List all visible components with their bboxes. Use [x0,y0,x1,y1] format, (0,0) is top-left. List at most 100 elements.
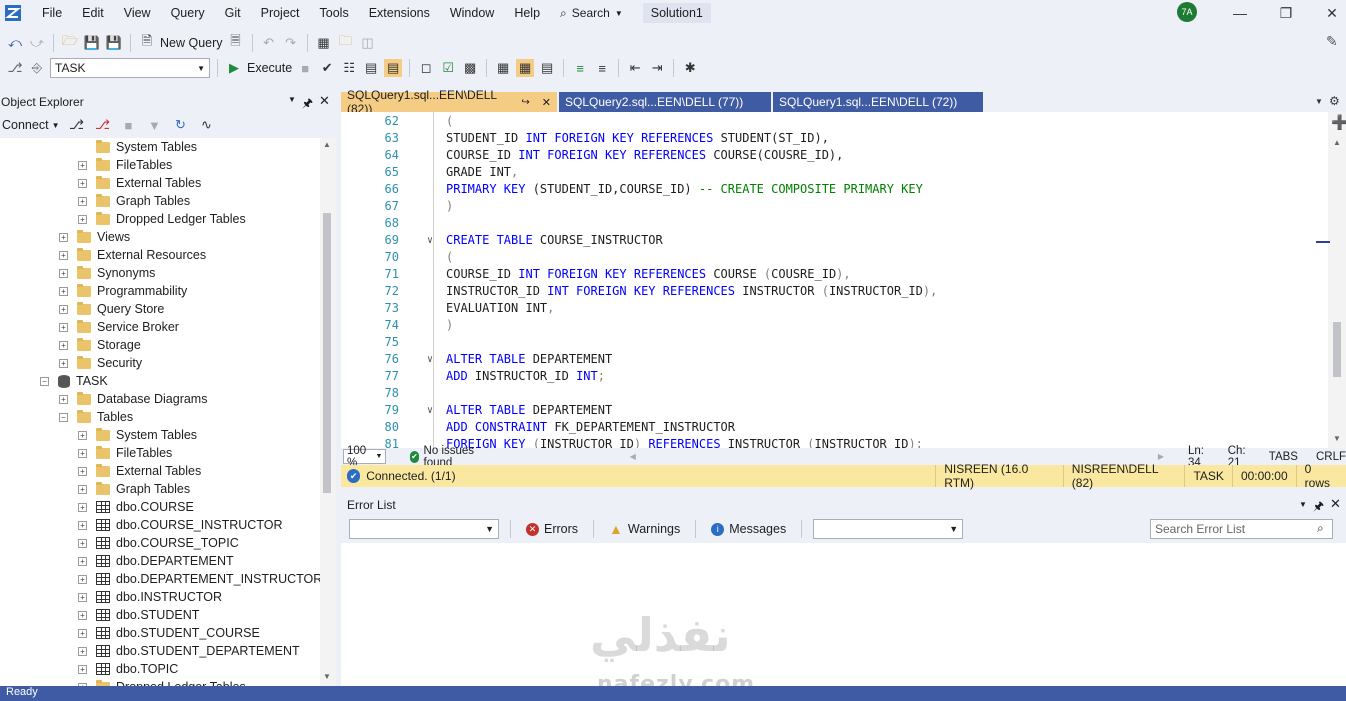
menu-file[interactable]: File [32,0,72,26]
scroll-up-icon[interactable]: ▲ [323,140,331,149]
scrollbar-thumb[interactable] [323,213,331,493]
tree-node[interactable]: − TASK [40,372,108,390]
hscroll-right-icon[interactable]: ▶ [1158,452,1164,461]
build-filter-select[interactable]: ▼ [813,519,964,539]
menu-tools[interactable]: Tools [310,0,359,26]
tree-node[interactable]: + Graph Tables [78,480,190,498]
expand-icon[interactable]: + [78,160,87,170]
results-text-icon[interactable]: ▤ [538,59,556,77]
expand-icon[interactable]: + [59,268,68,278]
results-to-grid-icon[interactable]: ▤ [362,59,380,77]
forward-icon[interactable]: ⤻ [28,34,46,52]
stop-icon[interactable]: ■ [119,116,137,134]
object-explorer-scrollbar[interactable]: ▲ ▼ [320,138,336,686]
search-menu[interactable]: ⌕ Search ▼ [550,6,633,21]
expand-icon[interactable]: + [78,430,87,440]
expand-icon[interactable]: + [59,250,68,260]
client-stats-icon[interactable]: ▩ [461,59,479,77]
connect-dropdown[interactable]: Connect ▼ [2,118,59,132]
layout-icon[interactable]: ◫ [359,34,377,52]
redo-icon[interactable]: ↷ [282,34,300,52]
tree-node[interactable]: + Database Diagrams [59,390,207,408]
execute-button[interactable]: Execute [247,61,292,75]
tree-node[interactable]: + dbo.COURSE [78,498,194,516]
tree-node[interactable]: + Security [59,354,142,372]
specify-values-icon[interactable]: ✱ [681,59,699,77]
close-panel-icon[interactable]: ✕ [1330,496,1341,512]
expand-icon[interactable]: + [78,646,87,656]
tree-node[interactable]: + Graph Tables [78,192,190,210]
close-tab-icon[interactable]: ✕ [542,96,551,109]
tree-node[interactable]: + Synonyms [59,264,155,282]
tree-node[interactable]: System Tables [78,138,197,156]
include-plan-icon[interactable]: ▦ [494,59,512,77]
undo-icon[interactable]: ↶ [260,34,278,52]
tree-node[interactable]: + dbo.DEPARTEMENT [78,552,234,570]
scrollbar-thumb[interactable] [1333,322,1341,377]
expand-icon[interactable]: + [78,502,87,512]
tree-node[interactable]: + Storage [59,336,141,354]
change-connection-icon[interactable]: ⎆ [28,59,46,77]
back-icon[interactable]: ⤺ [6,34,24,52]
pin-icon[interactable]: ↪ [521,97,529,108]
tree-node[interactable]: + Programmability [59,282,187,300]
settings-gear-icon[interactable]: ⚙ [1329,94,1340,108]
menu-help[interactable]: Help [504,0,550,26]
feedback-icon[interactable]: ✎ [1326,33,1338,50]
split-icon[interactable]: ➕ [1331,114,1346,131]
expand-icon[interactable]: + [78,520,87,530]
comment-icon[interactable]: ≡ [571,59,589,77]
tree-node[interactable]: − Tables [59,408,133,426]
errors-filter-button[interactable]: ✕ Errors [522,522,582,536]
pin-icon[interactable]: 🖈 [302,94,313,115]
connect-plug-icon[interactable]: ⎇ [67,116,85,134]
results-to-file-icon[interactable]: ▤ [384,59,403,77]
expand-icon[interactable]: + [59,322,68,332]
tree-node[interactable]: + External Tables [78,174,201,192]
decrease-indent-icon[interactable]: ⇤ [626,59,644,77]
tab-sqlquery2-77[interactable]: SQLQuery2.sql...EEN\DELL (77)) [559,92,771,112]
expand-icon[interactable]: + [59,286,68,296]
expand-icon[interactable]: + [59,358,68,368]
database-select[interactable]: TASK ▼ [50,58,210,78]
results-grid-icon[interactable]: ▦ [516,59,535,77]
open-folder-icon[interactable]: 🗁 [61,33,79,52]
menu-git[interactable]: Git [215,0,251,26]
tree-node[interactable]: + Views [59,228,130,246]
tree-node[interactable]: +Dropped Ledger Tables [78,678,246,686]
disconnect-icon[interactable]: ⎇ [93,116,111,134]
menu-edit[interactable]: Edit [72,0,114,26]
activity-monitor-icon[interactable]: ▦ [315,34,333,52]
expand-icon[interactable]: + [59,340,68,350]
save-icon[interactable]: 💾 [83,34,101,52]
tree-node[interactable]: + dbo.STUDENT_DEPARTEMENT [78,642,300,660]
expand-icon[interactable]: + [78,178,87,188]
tree-node[interactable]: + dbo.STUDENT [78,606,199,624]
stop-icon[interactable]: ■ [296,59,314,77]
scroll-up-icon[interactable]: ▲ [1333,138,1341,147]
increase-indent-icon[interactable]: ⇥ [648,59,666,77]
tree-node[interactable]: + External Tables [78,462,201,480]
error-list-search-input[interactable]: Search Error List ⌕ [1150,519,1333,539]
tree-node[interactable]: + System Tables [78,426,197,444]
estimated-plan-icon[interactable]: ☷ [340,59,358,77]
expand-icon[interactable]: + [78,628,87,638]
parse-icon[interactable]: ✔ [318,59,336,77]
fold-toggle-icon[interactable]: ∨ [427,351,433,368]
menu-query[interactable]: Query [161,0,215,26]
tree-node[interactable]: + dbo.INSTRUCTOR [78,588,222,606]
query-editor[interactable]: 62 (63 STUDENT_ID INT FOREIGN KEY REFERENC… [341,112,1331,448]
messages-filter-button[interactable]: i Messages [707,522,790,536]
collapse-icon[interactable]: − [40,376,49,386]
activity-icon[interactable]: ∿ [197,116,215,134]
filter-icon[interactable]: ▼ [145,116,163,134]
close-window-button[interactable]: ✕ [1309,0,1346,26]
fold-toggle-icon[interactable]: ∨ [427,232,433,249]
expand-icon[interactable]: + [78,610,87,620]
panel-menu-icon[interactable]: ▼ [288,95,296,104]
connect-icon[interactable]: ⎇ [6,59,24,77]
editor-vertical-scrollbar[interactable]: ➕ ▲ ▼ [1316,112,1346,448]
tree-node[interactable]: + FileTables [78,444,172,462]
expand-icon[interactable]: + [59,304,68,314]
tree-node[interactable]: + External Resources [59,246,206,264]
